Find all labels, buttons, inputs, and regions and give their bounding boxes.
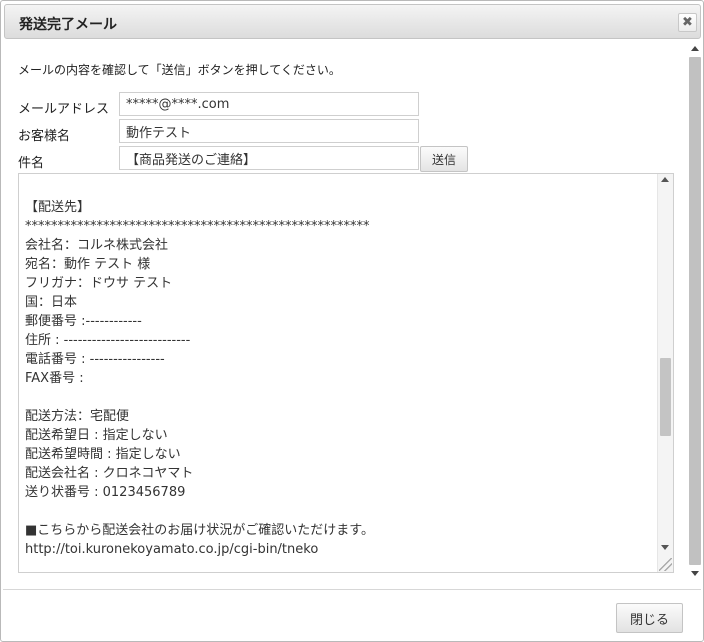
- dialog-titlebar[interactable]: 発送完了メール ✖: [4, 4, 701, 39]
- shipping-complete-mail-dialog: 発送完了メール ✖ メールの内容を確認して「送信」ボタンを押してください。 メー…: [0, 0, 704, 642]
- scroll-up-icon[interactable]: [661, 177, 669, 182]
- subject-label: 件名: [18, 156, 45, 171]
- resize-handle-icon[interactable]: [659, 558, 672, 571]
- dialog-scrollbar[interactable]: [687, 41, 703, 581]
- subject-field[interactable]: [119, 146, 419, 170]
- mail-body-textarea[interactable]: 【配送先】 **********************************…: [18, 173, 674, 573]
- email-field[interactable]: [119, 92, 419, 116]
- instruction-text: メールの内容を確認して「送信」ボタンを押してください。: [18, 63, 341, 77]
- email-label: メールアドレス: [18, 102, 110, 117]
- close-icon[interactable]: ✖: [678, 13, 697, 32]
- customer-name-label: お客様名: [18, 129, 71, 144]
- footer-divider: [3, 589, 701, 590]
- dialog-title: 発送完了メール: [19, 17, 117, 33]
- dialog-scroll-thumb[interactable]: [689, 57, 701, 565]
- scroll-down-icon[interactable]: [661, 545, 669, 550]
- customer-name-field[interactable]: [119, 119, 419, 143]
- dialog-scroll-up-icon[interactable]: [691, 46, 699, 51]
- close-button[interactable]: 閉じる: [616, 603, 683, 633]
- mail-body-text[interactable]: 【配送先】 **********************************…: [25, 174, 653, 559]
- textarea-scroll-thumb[interactable]: [660, 358, 671, 436]
- dialog-body: メールの内容を確認して「送信」ボタンを押してください。 メールアドレス お客様名…: [3, 41, 687, 587]
- send-button[interactable]: 送信: [420, 146, 468, 172]
- dialog-scroll-down-icon[interactable]: [691, 571, 699, 576]
- textarea-scrollbar[interactable]: [657, 174, 673, 572]
